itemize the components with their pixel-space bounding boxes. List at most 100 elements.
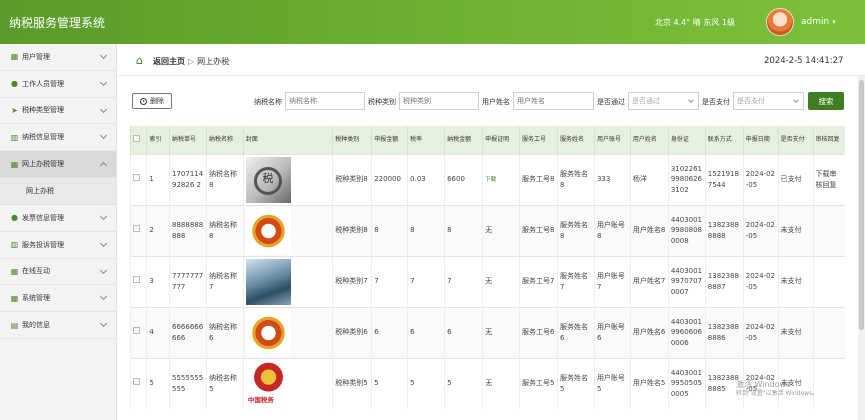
chevron-up-icon <box>99 162 108 170</box>
sidebar-item-system-management[interactable]: ▦ 系统管理 <box>0 285 116 313</box>
paid-select[interactable]: 是否支付 <box>733 92 804 110</box>
row-checkbox[interactable] <box>133 378 140 386</box>
delete-button-label: 删除 <box>150 97 164 105</box>
grid-icon: ▦ <box>10 52 19 62</box>
row-checkbox-cell[interactable] <box>129 153 147 205</box>
breadcrumb-separator: ▷ <box>188 57 195 66</box>
cell-rate: 0.03 <box>407 153 445 205</box>
breadcrumb: ⌂ 返回主页 ▷ 网上办税 2024-2-5 14:41:27 <box>118 44 865 76</box>
sidebar-item-my-info[interactable]: ▤ 我的信息 <box>0 312 116 339</box>
table-row: 3 7777777777 纳税名称7 税种类别7 7 7 7 无 服务工号7 服… <box>129 255 845 307</box>
cell-cover <box>242 357 333 409</box>
sidebar-item-label: 发票信息管理 <box>22 213 64 222</box>
home-icon[interactable]: ⌂ <box>136 54 143 67</box>
sidebar-item-online-interaction[interactable]: ▦ 在线互动 <box>0 259 116 286</box>
sidebar-item-staff-management[interactable]: ● 工作人员管理 <box>0 71 116 98</box>
grid-icon: ▦ <box>10 159 19 169</box>
user-name-input[interactable] <box>513 92 594 110</box>
tax-type-input[interactable] <box>399 92 479 110</box>
tax-name-input[interactable] <box>285 92 365 110</box>
paid-label: 是否支付 <box>702 98 730 106</box>
cell-reply <box>812 306 845 358</box>
cell-rate: 7 <box>407 255 445 307</box>
chevron-down-icon <box>99 239 108 247</box>
sidebar-item-label: 我的信息 <box>22 321 50 330</box>
paid-select-placeholder: 是否支付 <box>737 97 765 105</box>
cell-id-card: 310226199806263102 <box>667 153 706 205</box>
sidebar-subitem-online-tax[interactable]: 网上办税 <box>0 177 116 205</box>
user-icon: ● <box>11 213 18 223</box>
row-checkbox-cell[interactable] <box>129 306 147 358</box>
grid-icon: ▦ <box>10 293 19 303</box>
delete-button[interactable]: 删除 <box>132 93 172 109</box>
header-checkbox-cell[interactable] <box>129 126 147 154</box>
cell-tax-amount: 7 <box>444 255 483 307</box>
column-header: 申报金额 <box>371 126 408 154</box>
cell-reply <box>812 255 845 307</box>
cell-user-name: 用户姓名7 <box>629 255 669 307</box>
cell-index: 1 <box>146 153 170 205</box>
avatar[interactable] <box>766 8 794 36</box>
caret-down-icon[interactable]: ▾ <box>832 18 836 26</box>
cell-reply[interactable]: 下载审核回复 <box>812 153 845 205</box>
username[interactable]: admin <box>801 17 829 27</box>
chevron-down-icon <box>99 132 108 140</box>
sidebar-item-tax-type-management[interactable]: ➤ 税种类型管理 <box>0 98 116 125</box>
sidebar-item-complaint-management[interactable]: ▥ 服务投诉管理 <box>0 232 116 259</box>
row-checkbox[interactable] <box>133 174 140 182</box>
cell-rate: 5 <box>407 357 445 409</box>
cover-image <box>245 156 291 203</box>
cell-account: 333 <box>593 153 631 205</box>
user-icon: ● <box>11 79 18 89</box>
row-checkbox[interactable] <box>133 276 140 284</box>
row-checkbox[interactable] <box>133 327 140 335</box>
cell-cover <box>242 306 333 358</box>
breadcrumb-current: 网上办税 <box>197 57 230 66</box>
cell-tax-type: 税种类别7 <box>332 255 372 307</box>
vertical-scrollbar[interactable] <box>858 76 865 420</box>
proof-download-link[interactable]: 下载 <box>485 177 496 183</box>
tax-name-label: 纳税名称 <box>254 98 282 106</box>
cell-tax-type: 税种类别6 <box>332 306 372 358</box>
sidebar-item-online-tax-management[interactable]: ▦ 网上办税管理 <box>0 151 116 178</box>
sidebar-item-tax-info-management[interactable]: ▥ 纳税信息管理 <box>0 124 116 152</box>
cell-date: 2024-02-05 <box>742 153 779 205</box>
cell-staff-name: 服务姓名6 <box>556 306 595 358</box>
table-row: 4 6666666666 纳税名称6 税种类别6 6 6 6 无 服务工号6 服… <box>129 306 845 358</box>
row-checkbox-cell[interactable] <box>129 255 147 307</box>
breadcrumb-home-link[interactable]: 返回主页 <box>153 57 185 66</box>
cell-cover <box>242 204 333 256</box>
cell-paid: 未支付 <box>777 306 814 358</box>
column-header: 审核回复 <box>812 126 845 154</box>
column-header: 用户账号 <box>593 126 631 154</box>
row-checkbox-cell[interactable] <box>129 204 147 256</box>
scrollbar-thumb[interactable] <box>859 80 864 330</box>
cover-image <box>245 309 291 356</box>
sidebar: ▦ 用户管理 ● 工作人员管理 ➤ 税种类型管理 ▥ 纳税信息管理 ▦ 网上办税管理 网上… <box>0 44 117 420</box>
row-checkbox[interactable] <box>133 225 140 233</box>
approved-select[interactable]: 是否通过 <box>628 92 699 110</box>
table-row: 2 8888888888 纳税名称8 税种类别8 8 8 8 无 服务工号8 服… <box>129 204 845 256</box>
cell-staff-name: 服务姓名8 <box>556 204 595 256</box>
user-menu[interactable]: admin ▾ <box>801 17 836 27</box>
cell-staff-name: 服务姓名8 <box>556 153 595 205</box>
search-button[interactable]: 搜索 <box>808 92 844 110</box>
cell-phone: 13823888888 <box>704 204 744 256</box>
select-all-checkbox[interactable] <box>133 134 140 142</box>
chart-icon: ▥ <box>10 240 19 250</box>
row-checkbox-cell[interactable] <box>129 357 147 409</box>
cell-tax-no: 170711492826 2 <box>169 153 207 205</box>
approved-label: 是否通过 <box>597 98 625 106</box>
cell-staff-name: 服务姓名5 <box>556 357 595 409</box>
sidebar-item-label: 网上办税管理 <box>22 160 64 169</box>
cell-cover <box>242 255 333 307</box>
sidebar-item-invoice-management[interactable]: ● 发票信息管理 <box>0 205 116 232</box>
cell-proof: 无 <box>482 357 520 409</box>
cell-user-name: 用户姓名6 <box>629 306 669 358</box>
sidebar-item-user-management[interactable]: ▦ 用户管理 <box>0 44 116 71</box>
cell-tax-no: 6666666666 <box>169 306 207 358</box>
cell-phone: 15219187544 <box>704 153 744 205</box>
column-header: 索引 <box>146 126 170 154</box>
table-row: 1 170711492826 2 纳税名称8 税种类别8 220000 0.03… <box>129 153 845 205</box>
app-title: 纳税服务管理系统 <box>9 16 106 30</box>
